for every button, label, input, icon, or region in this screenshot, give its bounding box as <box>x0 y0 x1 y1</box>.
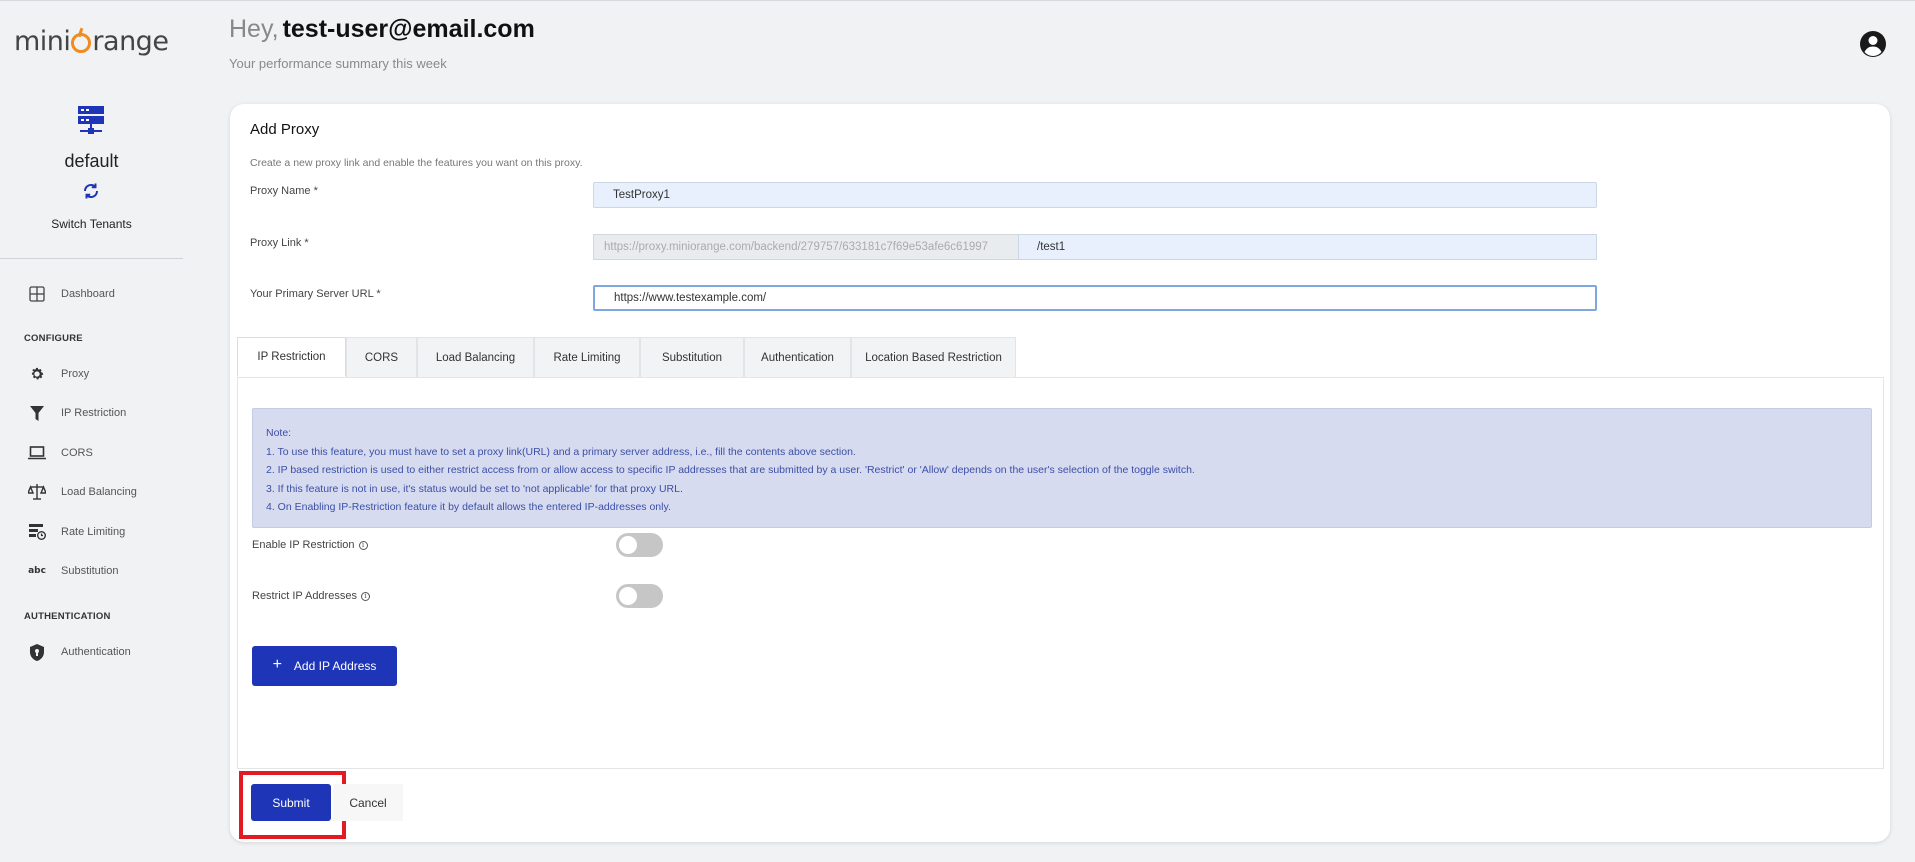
rate-limit-icon <box>28 523 46 541</box>
user-email: test-user@email.com <box>282 15 535 43</box>
add-proxy-card: Add Proxy Create a new proxy link and en… <box>230 104 1890 842</box>
submit-button[interactable]: Submit <box>251 784 331 821</box>
sidebar-divider <box>0 258 183 259</box>
sidebar-item-label: Proxy <box>61 368 90 380</box>
section-configure: CONFIGURE <box>24 333 83 344</box>
ip-restriction-panel: Note: 1. To use this feature, you must h… <box>237 377 1884 769</box>
tab-substitution[interactable]: Substitution <box>640 337 744 377</box>
toggle-knob <box>619 587 637 605</box>
proxy-link-suffix-value: /test1 <box>1037 241 1066 253</box>
add-ip-address-button[interactable]: + Add IP Address <box>252 646 397 686</box>
sidebar-item-load-balancing[interactable]: Load Balancing <box>28 481 137 503</box>
sidebar-item-cors[interactable]: CORS <box>28 442 93 464</box>
note-line: 3. If this feature is not in use, it's s… <box>266 482 683 495</box>
card-title: Add Proxy <box>250 121 320 138</box>
refresh-icon[interactable] <box>82 182 100 205</box>
restrict-ip-addresses-toggle[interactable] <box>616 584 663 608</box>
filter-icon <box>28 404 46 422</box>
note-line: 2. IP based restriction is used to eithe… <box>266 464 1195 476</box>
gear-icon <box>28 365 46 383</box>
proxy-name-input[interactable]: TestProxy1 <box>593 182 1597 208</box>
proxy-link-label-text: Proxy Link <box>250 237 302 249</box>
note-heading: Note: <box>266 427 292 439</box>
laptop-icon <box>28 444 46 462</box>
card-description: Create a new proxy link and enable the f… <box>250 157 583 169</box>
abc-icon: abc <box>28 566 46 576</box>
proxy-name-label-text: Proxy Name <box>250 185 311 197</box>
server-icon <box>78 106 104 141</box>
tab-cors[interactable]: CORS <box>346 337 417 377</box>
note-line: 1. To use this feature, you must have to… <box>266 445 856 458</box>
sidebar-item-label: Substitution <box>61 565 119 577</box>
sidebar-item-label: Dashboard <box>61 288 115 300</box>
proxy-link-label: Proxy Link * <box>250 237 309 249</box>
grid-icon <box>28 285 46 303</box>
sidebar-item-label: Load Balancing <box>61 486 137 498</box>
logo-o-mark-icon <box>71 33 92 53</box>
required-mark: * <box>313 185 318 197</box>
logo-text-mini: mini <box>14 25 71 57</box>
restrict-ip-addresses-text: Restrict IP Addresses <box>252 590 357 602</box>
sidebar-item-substitution[interactable]: abc Substitution <box>28 560 118 582</box>
proxy-link-prefix: https://proxy.miniorange.com/backend/279… <box>593 234 1018 260</box>
server-url-label: Your Primary Server URL * <box>250 288 381 300</box>
tab-location-based-restriction[interactable]: Location Based Restriction <box>851 337 1016 377</box>
server-url-label-text: Your Primary Server URL <box>250 288 374 300</box>
sidebar-item-dashboard[interactable]: Dashboard <box>28 283 115 305</box>
user-avatar-icon[interactable] <box>1859 30 1887 63</box>
sidebar-item-ip-restriction[interactable]: IP Restriction <box>28 402 126 424</box>
info-icon[interactable]: i <box>358 540 368 550</box>
enable-ip-restriction-label: Enable IP Restriction i <box>252 539 368 551</box>
sidebar-item-authentication[interactable]: Authentication <box>28 641 131 663</box>
required-mark: * <box>376 288 381 300</box>
server-url-input[interactable]: https://www.testexample.com/ <box>593 285 1597 311</box>
tab-load-balancing[interactable]: Load Balancing <box>417 337 534 377</box>
note-box: Note: 1. To use this feature, you must h… <box>252 408 1872 528</box>
page-greeting: Hey, test-user@email.com <box>229 15 535 44</box>
tab-ip-restriction[interactable]: IP Restriction <box>237 337 346 377</box>
sidebar-item-label: Authentication <box>61 646 131 658</box>
info-icon[interactable]: i <box>360 591 370 601</box>
scale-icon <box>28 483 46 501</box>
add-ip-address-label: Add IP Address <box>293 659 377 673</box>
restrict-ip-addresses-label: Restrict IP Addresses i <box>252 590 370 602</box>
tenant-name: default <box>64 151 119 171</box>
server-url-value: https://www.testexample.com/ <box>614 292 767 304</box>
toggle-knob <box>619 536 637 554</box>
proxy-name-value: TestProxy1 <box>613 189 670 201</box>
switch-tenants-link[interactable]: Switch Tenants <box>0 217 183 231</box>
tab-rate-limiting[interactable]: Rate Limiting <box>534 337 640 377</box>
cancel-button[interactable]: Cancel <box>333 784 403 821</box>
sidebar-item-label: IP Restriction <box>61 407 127 419</box>
proxy-link-suffix-input[interactable]: /test1 <box>1018 234 1597 260</box>
proxy-name-label: Proxy Name * <box>250 185 318 197</box>
greeting-text: Hey, <box>229 15 279 43</box>
sidebar: mini range default Switch Tenants Dashboa… <box>0 1 183 862</box>
sidebar-item-label: Rate Limiting <box>61 526 126 538</box>
feature-tabs: IP Restriction CORS Load Balancing Rate … <box>237 337 1016 377</box>
tab-authentication[interactable]: Authentication <box>744 337 851 377</box>
miniorange-logo[interactable]: mini range <box>14 23 169 59</box>
page-subtitle: Your performance summary this week <box>229 56 447 71</box>
note-line: 4. On Enabling IP-Restriction feature it… <box>266 501 671 513</box>
required-mark: * <box>304 237 309 249</box>
plus-icon: + <box>272 655 282 673</box>
enable-ip-restriction-text: Enable IP Restriction <box>252 539 355 551</box>
logo-text-range: range <box>92 25 169 57</box>
section-authentication: AUTHENTICATION <box>24 611 111 622</box>
sidebar-item-label: CORS <box>61 447 93 459</box>
enable-ip-restriction-toggle[interactable] <box>616 533 663 557</box>
sidebar-item-proxy[interactable]: Proxy <box>28 363 89 385</box>
sidebar-item-rate-limiting[interactable]: Rate Limiting <box>28 521 125 543</box>
shield-icon <box>28 643 46 661</box>
